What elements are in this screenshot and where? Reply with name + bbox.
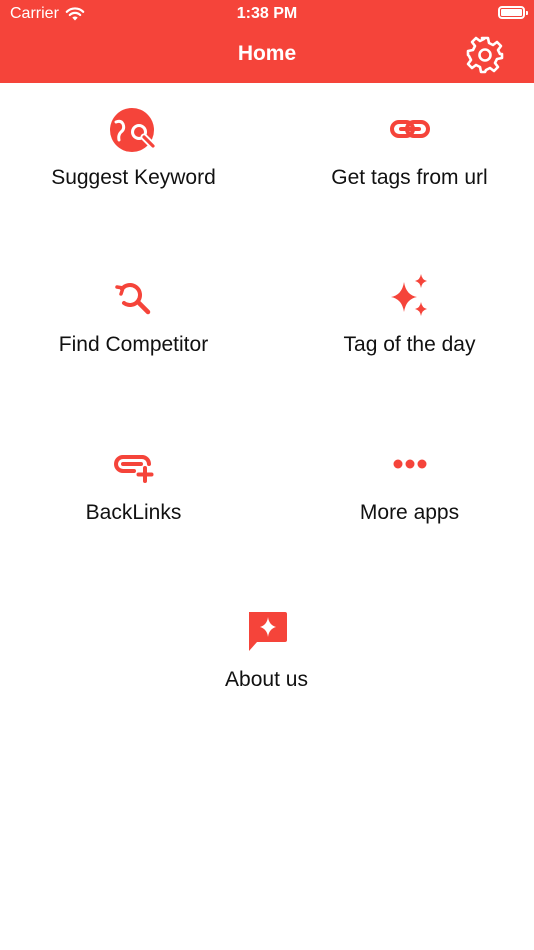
link-icon xyxy=(389,120,430,138)
suggest-keyword-label: Suggest Keyword xyxy=(51,166,216,189)
app-header: Carrier 1:38 PM Home xyxy=(0,0,534,83)
backlinks-tile[interactable]: BackLinks xyxy=(0,439,267,525)
more-dots-icon xyxy=(393,459,426,469)
more-apps-tile[interactable]: More apps xyxy=(276,439,534,525)
tag-of-the-day-label: Tag of the day xyxy=(343,333,476,356)
sparkles-icon xyxy=(390,274,427,316)
status-time: 1:38 PM xyxy=(236,5,298,22)
add-link-icon xyxy=(113,455,153,483)
about-us-label: About us xyxy=(225,668,308,691)
more-apps-label: More apps xyxy=(359,501,460,524)
suggest-keyword-tile[interactable]: Suggest Keyword xyxy=(0,104,267,190)
backlinks-label: BackLinks xyxy=(85,501,182,524)
chat-sparkle-icon xyxy=(248,612,287,651)
find-competitor-tile[interactable]: Find Competitor xyxy=(0,271,267,357)
about-us-tile[interactable]: About us xyxy=(133,606,400,692)
battery-icon xyxy=(498,6,528,19)
tag-of-the-day-tile[interactable]: Tag of the day xyxy=(276,271,534,357)
keyword-search-icon xyxy=(109,108,156,152)
find-competitor-label: Find Competitor xyxy=(58,333,209,356)
history-search-icon xyxy=(114,283,150,315)
status-bar: Carrier 1:38 PM xyxy=(0,0,534,28)
gear-icon[interactable] xyxy=(464,34,506,76)
page-title: Home xyxy=(237,42,297,65)
get-tags-label: Get tags from url xyxy=(331,166,488,189)
get-tags-tile[interactable]: Get tags from url xyxy=(276,104,534,190)
